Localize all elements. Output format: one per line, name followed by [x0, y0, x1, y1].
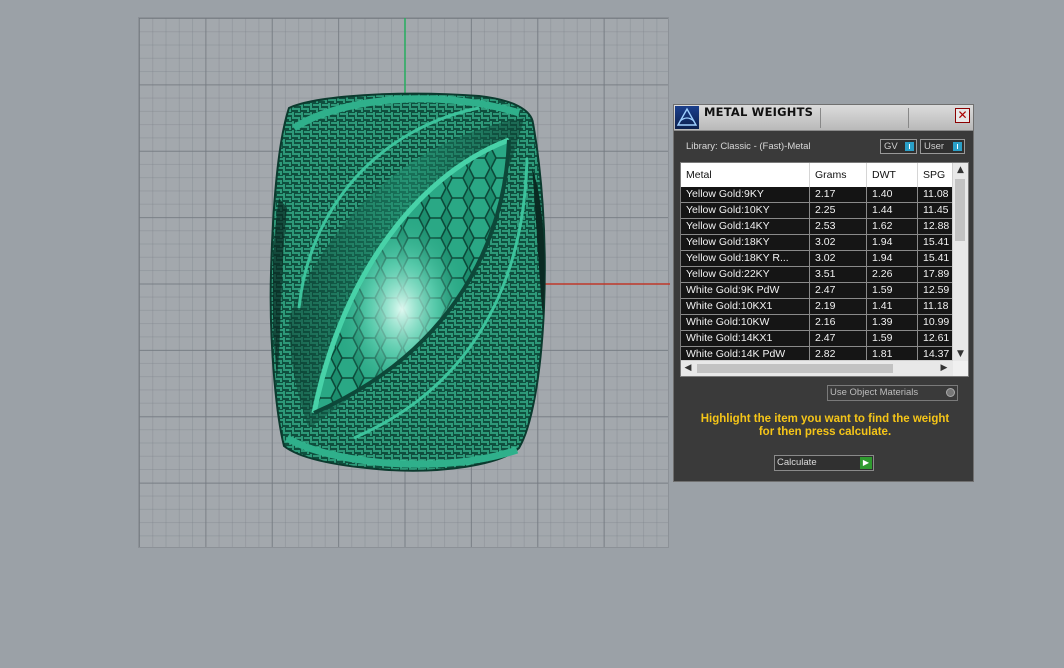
grams-cell: 2.16	[810, 315, 867, 330]
calculate-label: Calculate	[777, 457, 817, 468]
close-button[interactable]: ✕	[955, 108, 970, 123]
table-row[interactable]: Yellow Gold:18KY 3.02 1.94 15.41	[681, 235, 953, 251]
gv-toggle-label: GV	[884, 141, 898, 152]
calculate-button[interactable]: Calculate ▶	[774, 455, 874, 471]
scrollbar-thumb[interactable]	[955, 179, 965, 241]
panel-titlebar[interactable]: METAL WEIGHTS ✕	[674, 105, 973, 131]
table-row[interactable]: Yellow Gold:22KY 3.51 2.26 17.89	[681, 267, 953, 283]
column-header-dwt[interactable]: DWT	[867, 163, 918, 187]
table-body: Yellow Gold:9KY 2.17 1.40 11.08 Yellow Gold:…	[681, 187, 953, 363]
metal-cell: White Gold:9K PdW	[681, 283, 810, 298]
dwt-cell: 1.59	[867, 331, 918, 346]
horizontal-scrollbar[interactable]: ◀ ▶	[681, 360, 953, 376]
table-row[interactable]: White Gold:14KX1 2.47 1.59 12.61	[681, 331, 953, 347]
viewport-canvas	[269, 18, 670, 472]
table-row[interactable]: White Gold:10KX1 2.19 1.41 11.18	[681, 299, 953, 315]
use-object-materials-label: Use Object Materials	[830, 387, 919, 398]
grams-cell: 3.02	[810, 251, 867, 266]
chevron-down-icon[interactable]: ▼	[953, 347, 968, 361]
metal-cell: Yellow Gold:9KY	[681, 187, 810, 202]
dwt-cell: 1.41	[867, 299, 918, 314]
dwt-cell: 1.44	[867, 203, 918, 218]
table-row[interactable]: White Gold:9K PdW 2.47 1.59 12.59	[681, 283, 953, 299]
grams-cell: 3.51	[810, 267, 867, 282]
grams-cell: 3.02	[810, 235, 867, 250]
column-header-grams[interactable]: Grams	[810, 163, 867, 187]
vertical-scrollbar[interactable]: ▲ ▼	[952, 163, 968, 361]
ring-model	[269, 92, 546, 472]
metal-table[interactable]: Metal Grams DWT SPG Yellow Gold:9KY 2.17 1…	[680, 162, 969, 377]
table-header: Metal Grams DWT SPG	[681, 163, 953, 187]
toggle-switch-icon	[953, 142, 962, 151]
table-row[interactable]: Yellow Gold:9KY 2.17 1.40 11.08	[681, 187, 953, 203]
dwt-cell: 1.62	[867, 219, 918, 234]
metal-cell: Yellow Gold:22KY	[681, 267, 810, 282]
play-arrow-icon: ▶	[860, 457, 872, 469]
close-icon: ✕	[957, 108, 968, 122]
grams-cell: 2.47	[810, 283, 867, 298]
metal-cell: Yellow Gold:10KY	[681, 203, 810, 218]
toggle-switch-icon	[905, 142, 914, 151]
rhino-logo-icon	[675, 106, 699, 129]
titlebar-divider	[820, 108, 821, 128]
panel-title: METAL WEIGHTS	[704, 105, 814, 119]
user-toggle[interactable]: User	[920, 139, 965, 154]
scrollbar-thumb[interactable]	[697, 364, 893, 373]
table-row[interactable]: Yellow Gold:14KY 2.53 1.62 12.88	[681, 219, 953, 235]
table-row[interactable]: Yellow Gold:18KY R... 3.02 1.94 15.41	[681, 251, 953, 267]
metal-cell: Yellow Gold:14KY	[681, 219, 810, 234]
chevron-left-icon[interactable]: ◀	[681, 361, 695, 376]
metal-cell: White Gold:14KX1	[681, 331, 810, 346]
metal-weights-panel: METAL WEIGHTS ✕ Library: Classic - (Fast…	[673, 104, 974, 482]
radio-button-icon[interactable]	[946, 388, 955, 397]
gv-toggle[interactable]: GV	[880, 139, 917, 154]
metal-cell: Yellow Gold:18KY	[681, 235, 810, 250]
table-row[interactable]: Yellow Gold:10KY 2.25 1.44 11.45	[681, 203, 953, 219]
metal-cell: Yellow Gold:18KY R...	[681, 251, 810, 266]
perspective-viewport[interactable]	[138, 17, 670, 548]
dwt-cell: 1.40	[867, 187, 918, 202]
grams-cell: 2.19	[810, 299, 867, 314]
library-label: Library: Classic - (Fast)-Metal	[686, 141, 811, 152]
chevron-right-icon[interactable]: ▶	[937, 361, 951, 376]
grams-cell: 2.17	[810, 187, 867, 202]
instruction-text: Highlight the item you want to find the …	[688, 413, 962, 439]
dwt-cell: 1.94	[867, 235, 918, 250]
dwt-cell: 1.59	[867, 283, 918, 298]
grams-cell: 2.53	[810, 219, 867, 234]
metal-cell: White Gold:10KX1	[681, 299, 810, 314]
instruction-line-2: for then press calculate.	[758, 426, 892, 438]
scrollbar-corner	[953, 361, 968, 376]
metal-cell: White Gold:10KW	[681, 315, 810, 330]
column-header-metal[interactable]: Metal	[681, 163, 810, 187]
titlebar-divider	[908, 108, 909, 128]
use-object-materials-option[interactable]: Use Object Materials	[827, 385, 958, 401]
dwt-cell: 1.39	[867, 315, 918, 330]
user-toggle-label: User	[924, 141, 945, 152]
instruction-line-1: Highlight the item you want to find the …	[700, 413, 950, 425]
grams-cell: 2.47	[810, 331, 867, 346]
chevron-up-icon[interactable]: ▲	[953, 163, 968, 177]
grams-cell: 2.25	[810, 203, 867, 218]
table-row[interactable]: White Gold:10KW 2.16 1.39 10.99	[681, 315, 953, 331]
dwt-cell: 2.26	[867, 267, 918, 282]
dwt-cell: 1.94	[867, 251, 918, 266]
